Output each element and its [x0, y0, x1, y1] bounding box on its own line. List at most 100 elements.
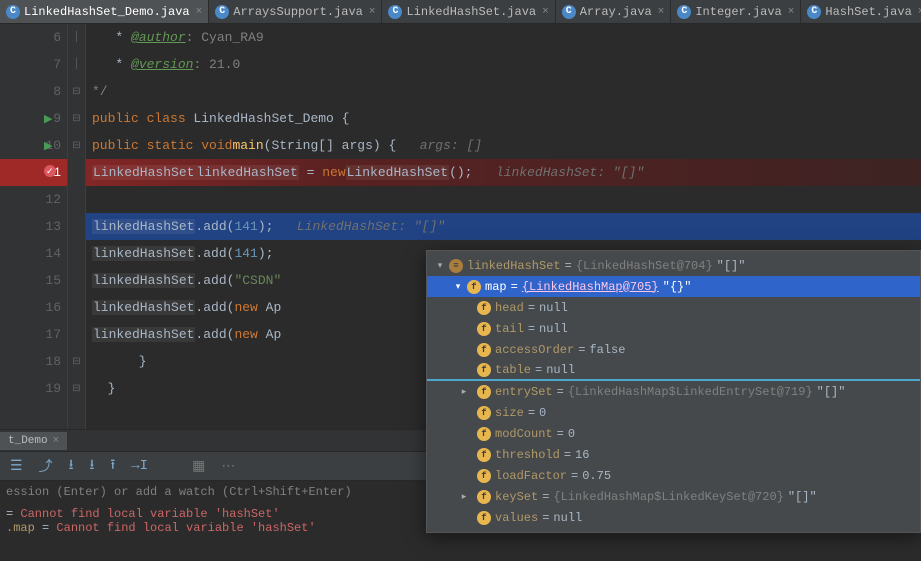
line-number: 15: [45, 273, 61, 288]
fold-marker[interactable]: ⊟: [68, 375, 85, 402]
fold-marker[interactable]: ⊟: [68, 132, 85, 159]
editor-tab[interactable]: CHashSet.java×: [801, 0, 921, 23]
gutter-line[interactable]: 15: [0, 267, 67, 294]
fold-marker[interactable]: [68, 240, 85, 267]
java-class-icon: C: [562, 5, 576, 19]
var-row[interactable]: ▸fentrySet = {LinkedHashMap$LinkedEntryS…: [427, 381, 920, 402]
var-row[interactable]: fvalues = null: [427, 507, 920, 528]
gutter-line[interactable]: 18: [0, 348, 67, 375]
fold-marker[interactable]: ⊟: [68, 78, 85, 105]
close-icon[interactable]: ×: [53, 435, 60, 447]
breakpoint-icon[interactable]: [44, 165, 56, 180]
tab-label: Array.java: [580, 5, 652, 19]
code-line[interactable]: [86, 186, 921, 213]
fold-marker[interactable]: [68, 159, 85, 186]
fold-marker[interactable]: │: [68, 24, 85, 51]
var-row[interactable]: fhead = null: [427, 297, 920, 318]
code-line[interactable]: linkedHashSet.add(141); LinkedHashSet: "…: [86, 213, 921, 240]
field-icon: f: [477, 406, 491, 420]
stack-icon[interactable]: ☰: [10, 458, 23, 475]
variables-popup[interactable]: ▾ ≡ linkedHashSet = {LinkedHashSet@704} …: [426, 250, 921, 533]
breadcrumb-label: t_Demo: [8, 435, 48, 447]
editor-tab[interactable]: CArraysSupport.java×: [209, 0, 382, 23]
gutter-line[interactable]: 12: [0, 186, 67, 213]
var-row[interactable]: fmodCount = 0: [427, 423, 920, 444]
code-line[interactable]: public class LinkedHashSet_Demo {: [86, 105, 921, 132]
calculator-icon[interactable]: ▦: [192, 458, 205, 475]
var-row[interactable]: fsize = 0: [427, 402, 920, 423]
gutter-line[interactable]: 17: [0, 321, 67, 348]
var-row[interactable]: floadFactor = 0.75: [427, 465, 920, 486]
var-row-root[interactable]: ▾ ≡ linkedHashSet = {LinkedHashSet@704} …: [427, 255, 920, 276]
var-row[interactable]: ▸fkeySet = {LinkedHashMap$LinkedKeySet@7…: [427, 486, 920, 507]
gutter-line[interactable]: 8: [0, 78, 67, 105]
editor-tabbar: CLinkedHashSet_Demo.java×CArraysSupport.…: [0, 0, 921, 24]
fold-marker[interactable]: ⊟: [68, 348, 85, 375]
var-row[interactable]: fthreshold = 16: [427, 444, 920, 465]
line-number: 19: [45, 381, 61, 396]
close-icon[interactable]: ×: [196, 6, 203, 18]
gutter-line[interactable]: 11: [0, 159, 67, 186]
breadcrumb-tab[interactable]: t_Demo ×: [0, 432, 67, 450]
chevron-down-icon[interactable]: ▾: [453, 282, 463, 292]
run-icon[interactable]: ▶: [44, 139, 52, 153]
gutter-line[interactable]: ▶9: [0, 105, 67, 132]
tab-label: LinkedHashSet_Demo.java: [24, 5, 190, 19]
object-icon: ≡: [449, 259, 463, 273]
field-icon: f: [477, 301, 491, 315]
close-icon[interactable]: ×: [369, 6, 376, 18]
gutter-line[interactable]: 14: [0, 240, 67, 267]
close-icon[interactable]: ×: [658, 6, 665, 18]
gutter-line[interactable]: 16: [0, 294, 67, 321]
var-row[interactable]: faccessOrder = false: [427, 339, 920, 360]
line-number: 6: [53, 30, 61, 45]
code-line[interactable]: * @version : 21.0: [86, 51, 921, 78]
fold-marker[interactable]: [68, 186, 85, 213]
fold-marker[interactable]: │: [68, 51, 85, 78]
run-icon[interactable]: ▶: [44, 112, 52, 126]
editor-tab[interactable]: C Array.java ×: [556, 0, 672, 23]
tab-label: LinkedHashSet.java: [406, 5, 536, 19]
chevron-right-icon[interactable]: ▸: [459, 387, 469, 397]
gutter-line[interactable]: 19: [0, 375, 67, 402]
more-icon[interactable]: ⋯: [221, 458, 235, 475]
code-line[interactable]: */: [86, 78, 921, 105]
tab-label: Integer.java: [695, 5, 781, 19]
run-to-cursor-icon[interactable]: →I: [131, 458, 148, 474]
field-icon: f: [477, 490, 491, 504]
code-line[interactable]: public static void main(String[] args) {…: [86, 132, 921, 159]
var-row[interactable]: ftable = null: [427, 360, 920, 381]
line-number: 7: [53, 57, 61, 72]
line-number: 12: [45, 192, 61, 207]
close-icon[interactable]: ×: [788, 6, 795, 18]
editor-tab[interactable]: CInteger.java×: [671, 0, 801, 23]
var-row-map[interactable]: ▾ f map = {LinkedHashMap@705} "{}": [427, 276, 920, 297]
chevron-right-icon[interactable]: ▸: [459, 492, 469, 502]
gutter-line[interactable]: 7: [0, 51, 67, 78]
chevron-down-icon[interactable]: ▾: [435, 261, 445, 271]
download-alt-icon[interactable]: ⭳: [89, 454, 94, 478]
editor-tab[interactable]: C LinkedHashSet_Demo.java ×: [0, 0, 209, 23]
fold-marker[interactable]: [68, 321, 85, 348]
code-line[interactable]: * @author : Cyan_RA9: [86, 24, 921, 51]
fold-marker[interactable]: [68, 267, 85, 294]
editor-tab[interactable]: CLinkedHashSet.java×: [382, 0, 555, 23]
fold-column: ││⊟⊟⊟⊟⊟: [68, 24, 86, 429]
gutter-line[interactable]: ▶10: [0, 132, 67, 159]
var-row[interactable]: ftail = null: [427, 318, 920, 339]
field-icon: f: [477, 363, 491, 377]
close-icon[interactable]: ×: [542, 6, 549, 18]
field-icon: f: [477, 448, 491, 462]
fold-marker[interactable]: [68, 213, 85, 240]
download-icon[interactable]: ⭳: [69, 454, 74, 478]
line-number: 17: [45, 327, 61, 342]
gutter-line[interactable]: 6: [0, 24, 67, 51]
fold-marker[interactable]: [68, 294, 85, 321]
upload-icon[interactable]: ⭱: [110, 454, 115, 478]
java-class-icon: C: [6, 5, 20, 19]
step-over-icon[interactable]: ⤴: [39, 456, 53, 476]
fold-marker[interactable]: ⊟: [68, 105, 85, 132]
code-line[interactable]: LinkedHashSet linkedHashSet = new Linked…: [86, 159, 921, 186]
java-class-icon: C: [807, 5, 821, 19]
gutter-line[interactable]: 13: [0, 213, 67, 240]
